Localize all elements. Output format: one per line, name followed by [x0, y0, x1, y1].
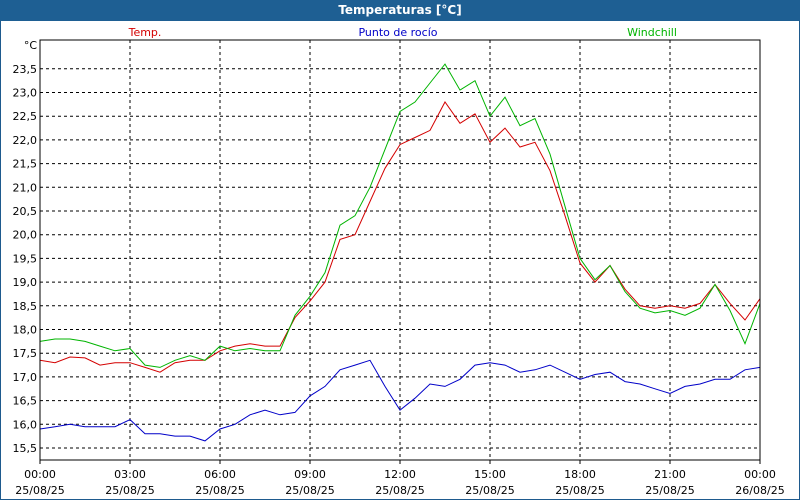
y-tick-label: 23,5 — [13, 63, 38, 76]
y-tick-label: 22,5 — [13, 110, 38, 123]
y-tick-label: 18,0 — [13, 324, 38, 337]
y-tick-label: 16,5 — [13, 395, 38, 408]
x-tick-date-label: 26/08/25 — [735, 484, 784, 497]
legend-entry-1: Punto de rocío — [358, 26, 437, 39]
x-tick-time-label: 15:00 — [474, 468, 506, 481]
legend: Temp. Punto de rocío Windchill — [128, 26, 677, 39]
x-tick-date-label: 25/08/25 — [465, 484, 514, 497]
y-tick-label: 17,0 — [13, 371, 38, 384]
y-tick-label: 20,0 — [13, 229, 38, 242]
x-tick-date-label: 25/08/25 — [285, 484, 334, 497]
y-axis-unit-label: °C — [24, 39, 38, 52]
x-tick-date-label: 25/08/25 — [105, 484, 154, 497]
x-tick-date-label: 25/08/25 — [375, 484, 424, 497]
x-tick-date-label: 25/08/25 — [555, 484, 604, 497]
x-tick-time-label: 18:00 — [564, 468, 596, 481]
x-tick-time-label: 00:00 — [24, 468, 56, 481]
x-tick-time-label: 21:00 — [654, 468, 686, 481]
y-tick-label: 22,0 — [13, 134, 38, 147]
x-tick-time-label: 09:00 — [294, 468, 326, 481]
x-tick-time-label: 03:00 — [114, 468, 146, 481]
x-tick-time-label: 00:00 — [744, 468, 776, 481]
y-tick-label: 18,5 — [13, 300, 38, 313]
y-tick-label: 19,5 — [13, 252, 38, 265]
y-axis: 15,5 16,0 16,5 17,0 17,5 18,0 18,5 19,0 19,5 20,0… — [13, 39, 38, 455]
x-tick-date-label: 25/08/25 — [15, 484, 64, 497]
x-tick-time-label: 12:00 — [384, 468, 416, 481]
x-tick-date-label: 25/08/25 — [195, 484, 244, 497]
x-tick-time-label: 06:00 — [204, 468, 236, 481]
y-tick-label: 21,0 — [13, 181, 38, 194]
y-tick-label: 15,5 — [13, 442, 38, 455]
x-tick-date-label: 25/08/25 — [645, 484, 694, 497]
legend-entry-2: Windchill — [627, 26, 677, 39]
legend-entry-0: Temp. — [128, 26, 162, 39]
y-tick-label: 19,0 — [13, 276, 38, 289]
y-tick-label: 20,5 — [13, 205, 38, 218]
y-tick-label: 23,0 — [13, 87, 38, 100]
grid-lines — [40, 40, 760, 460]
x-axis: 00:00 25/08/25 03:00 25/08/25 06:00 25/08/25 0… — [15, 460, 785, 497]
line-chart: 15,5 16,0 16,5 17,0 17,5 18,0 18,5 19,0 19,5 20,0… — [13, 26, 785, 497]
y-tick-label: 16,0 — [13, 418, 38, 431]
y-tick-label: 21,5 — [13, 158, 38, 171]
y-tick-label: 17,5 — [13, 347, 38, 360]
